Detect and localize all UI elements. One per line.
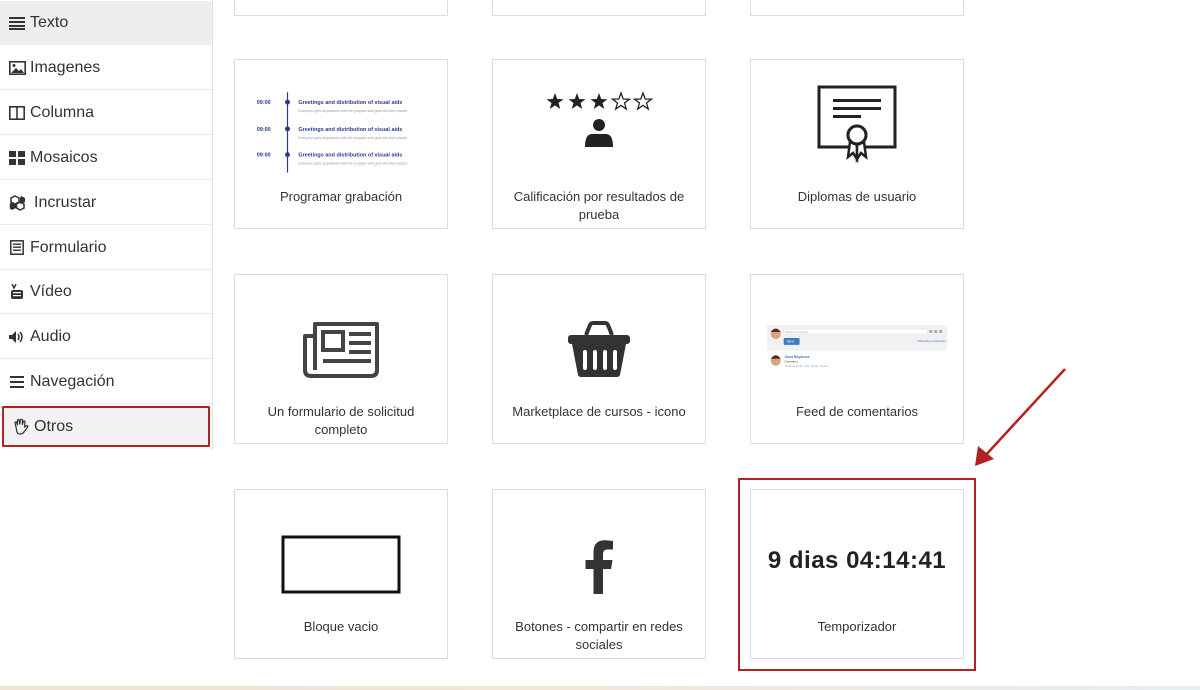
sidebar-item-label: Vídeo — [30, 282, 72, 300]
card-formulario-solicitud[interactable]: Un formulario de solicitud completo — [234, 274, 448, 444]
sidebar-item-imagenes[interactable]: Imagenes — [0, 46, 212, 90]
sidebar: Texto Imagenes Columna Mosaicos Incrusta… — [0, 0, 213, 450]
feed-subscribe-link: Subscribe to discussion — [917, 339, 947, 343]
comment-feed-preview: Write a comment Send Subscribe to discus… — [751, 275, 963, 395]
card-calificacion[interactable]: Calificación por resultados de prueba — [492, 59, 706, 229]
sidebar-item-incrustar[interactable]: Incrustar — [0, 181, 212, 225]
hand-icon — [12, 418, 30, 435]
facebook-icon — [493, 490, 705, 610]
feed-author: Anna Boyarova — [785, 355, 810, 359]
sidebar-item-label: Formulario — [30, 238, 107, 256]
cubes-icon — [8, 194, 30, 211]
schedule-time: 09:00 — [257, 153, 271, 159]
schedule-title: Greetings and distribution of visual aid… — [298, 127, 402, 133]
sidebar-item-label: Otros — [34, 417, 74, 435]
card-label: Marketplace de cursos - icono — [512, 404, 686, 419]
card-feed-comentarios[interactable]: Write a comment Send Subscribe to discus… — [750, 274, 964, 444]
feed-input-placeholder: Write a comment — [786, 330, 809, 334]
card-partial[interactable] — [492, 0, 706, 16]
sidebar-item-label: Texto — [30, 13, 69, 31]
schedule-title: Greetings and distribution of visual aid… — [298, 153, 402, 159]
feed-comment-text: Comment — [785, 360, 798, 364]
sidebar-item-otros[interactable]: Otros — [2, 406, 210, 447]
form-icon — [8, 240, 26, 256]
rating-preview — [493, 60, 705, 180]
sidebar-item-mosaicos[interactable]: Mosaicos — [0, 136, 212, 180]
bottom-edge — [0, 686, 1200, 690]
youtube-icon — [8, 283, 26, 300]
feed-send-button: Send — [787, 340, 795, 344]
sidebar-item-columna[interactable]: Columna — [0, 91, 212, 135]
empty-block-icon — [235, 490, 447, 610]
card-label: Botones - compartir en redes sociales — [515, 619, 683, 652]
schedule-desc: Everyone gets acquainted with the progra… — [298, 109, 407, 113]
feed-comment-meta: 15 de jun 15:45 · Like · Reply · Report — [785, 364, 829, 368]
basket-icon — [493, 275, 705, 395]
sidebar-item-audio[interactable]: Audio — [0, 315, 212, 359]
card-diplomas[interactable]: Diplomas de usuario — [750, 59, 964, 229]
card-label: Diplomas de usuario — [797, 189, 917, 204]
card-label: Un formulario de solicitud completo — [267, 404, 415, 437]
schedule-time: 09:00 — [257, 127, 271, 133]
schedule-time: 09:00 — [257, 100, 271, 106]
columns-icon — [8, 105, 26, 121]
schedule-desc: Everyone gets acquainted with the progra… — [298, 136, 407, 140]
schedule-title: Greetings and distribution of visual aid… — [298, 100, 402, 106]
sidebar-item-label: Mosaicos — [30, 148, 98, 166]
sidebar-item-label: Incrustar — [34, 193, 97, 211]
sidebar-item-label: Navegación — [30, 372, 115, 390]
sidebar-item-label: Columna — [30, 103, 95, 121]
bars-icon — [8, 374, 26, 390]
card-label: Feed de comentarios — [795, 404, 919, 419]
card-partial[interactable] — [234, 0, 448, 16]
card-compartir-redes[interactable]: Botones - compartir en redes sociales — [492, 489, 706, 659]
sidebar-item-texto[interactable]: Texto — [0, 1, 212, 45]
sidebar-item-label: Audio — [30, 327, 71, 345]
schedule-desc: Everyone gets acquainted with the progra… — [298, 162, 407, 166]
list-icon — [8, 15, 26, 31]
sidebar-item-navegacion[interactable]: Navegación — [0, 360, 212, 404]
card-programar-grabacion[interactable]: 09:00 Greetings and distribution of visu… — [234, 59, 448, 229]
card-label: Bloque vacio — [303, 619, 379, 634]
newspaper-icon — [235, 275, 447, 395]
diploma-icon — [751, 60, 963, 180]
card-bloque-vacio[interactable]: Bloque vacio — [234, 489, 448, 659]
schedule-preview: 09:00 Greetings and distribution of visu… — [235, 60, 447, 180]
sidebar-item-video[interactable]: Vídeo — [0, 270, 212, 314]
highlight-box — [738, 478, 976, 671]
card-partial[interactable] — [750, 0, 964, 16]
card-label: Programar grabación — [279, 189, 403, 204]
sidebar-item-formulario[interactable]: Formulario — [0, 226, 212, 270]
schedule-timeline: 09:00 Greetings and distribution of visu… — [257, 92, 407, 173]
annotation-arrow — [975, 368, 1066, 466]
card-label: Calificación por resultados de prueba — [513, 189, 685, 222]
image-icon — [8, 60, 26, 76]
sidebar-item-label: Imagenes — [30, 58, 101, 76]
card-marketplace[interactable]: Marketplace de cursos - icono — [492, 274, 706, 444]
grid-icon — [8, 150, 26, 166]
volume-icon — [8, 329, 26, 345]
star-rating-user-icon — [546, 91, 654, 147]
